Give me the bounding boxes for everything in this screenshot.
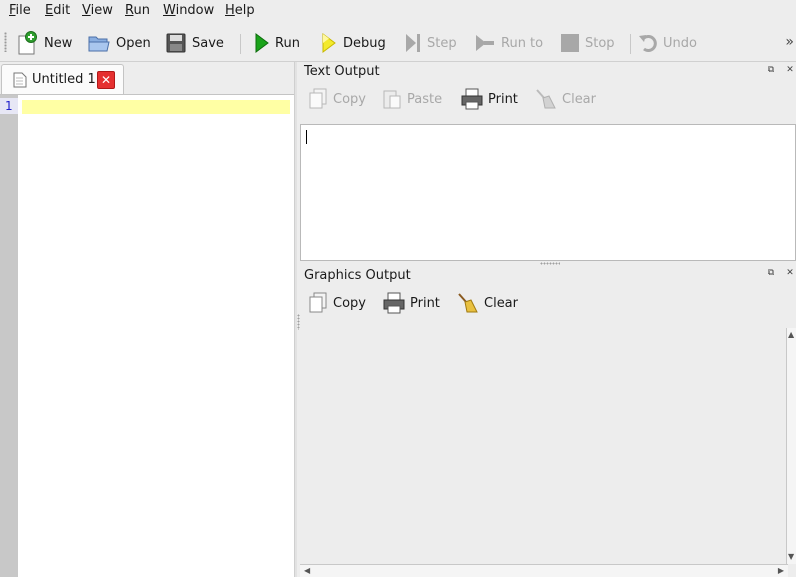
text-cursor: [306, 130, 307, 144]
stop-label: Stop: [585, 35, 615, 51]
save-label: Save: [192, 35, 224, 51]
text-print-button[interactable]: Print: [461, 86, 518, 112]
debug-icon: [322, 33, 336, 53]
menu-help[interactable]: Help: [225, 3, 255, 18]
undo-icon: [639, 35, 657, 52]
text-copy-button[interactable]: Copy: [308, 86, 366, 112]
toolbar-separator: [240, 34, 241, 54]
text-output-title: Text Output: [304, 64, 380, 79]
menu-bar: File Edit View Run Window Help: [0, 0, 796, 22]
run-to-icon: [476, 35, 494, 51]
open-label: Open: [116, 35, 151, 51]
play-icon: [255, 33, 269, 53]
undo-label: Undo: [663, 35, 697, 51]
close-icon[interactable]: ✕: [785, 66, 795, 76]
text-clear-button[interactable]: Clear: [535, 86, 596, 112]
printer-icon: [383, 292, 405, 314]
open-button[interactable]: Open: [87, 30, 151, 56]
current-line-highlight: [22, 100, 290, 114]
close-icon[interactable]: ✕: [785, 269, 795, 279]
line-number: 1: [0, 98, 18, 114]
print-label: Print: [488, 91, 518, 107]
toolbar-grip[interactable]: [4, 32, 7, 52]
copy-label: Copy: [333, 91, 366, 107]
new-label: New: [44, 35, 73, 51]
graphics-canvas[interactable]: [300, 322, 796, 577]
run-to-label: Run to: [501, 35, 544, 51]
folder-icon: [88, 36, 110, 52]
tab-untitled-1[interactable]: Untitled 1 ✕: [1, 64, 124, 94]
copy-icon: [309, 292, 327, 313]
text-paste-button[interactable]: Paste: [382, 86, 442, 112]
restore-icon[interactable]: ⧉: [766, 269, 776, 279]
scroll-up-icon[interactable]: ▲: [788, 331, 794, 339]
paste-label: Paste: [407, 91, 443, 107]
printer-icon: [461, 88, 483, 110]
step-button[interactable]: Step: [404, 30, 457, 56]
graphics-clear-button[interactable]: Clear: [457, 290, 518, 316]
scroll-down-icon[interactable]: ▼: [788, 553, 794, 561]
run-to-button[interactable]: Run to: [474, 30, 543, 56]
debug-button[interactable]: Debug: [320, 30, 386, 56]
new-button[interactable]: New: [15, 30, 72, 56]
new-file-icon: [18, 31, 37, 55]
step-label: Step: [427, 35, 457, 51]
menu-run[interactable]: Run: [125, 3, 150, 18]
print-label: Print: [410, 295, 440, 311]
line-gutter: [0, 95, 18, 577]
horizontal-splitter[interactable]: [540, 262, 560, 265]
stop-button[interactable]: Stop: [560, 30, 615, 56]
clear-label: Clear: [562, 91, 596, 107]
menu-view[interactable]: View: [82, 3, 113, 18]
horizontal-scrollbar[interactable]: ◀ ▶: [300, 564, 788, 577]
floppy-disk-icon: [166, 33, 186, 53]
vertical-scrollbar[interactable]: ▲ ▼: [786, 328, 796, 564]
toolbar-separator: [630, 34, 631, 54]
scroll-left-icon[interactable]: ◀: [304, 567, 310, 575]
text-output-area[interactable]: [300, 124, 796, 261]
clear-label: Clear: [484, 295, 518, 311]
broom-icon: [536, 89, 556, 109]
paste-icon: [383, 90, 401, 109]
code-editor[interactable]: 1: [0, 94, 294, 577]
graphics-output-title: Graphics Output: [304, 268, 411, 283]
toolbar-overflow-button[interactable]: »: [785, 34, 794, 50]
graphics-copy-button[interactable]: Copy: [308, 290, 366, 316]
run-button[interactable]: Run: [254, 30, 300, 56]
broom-icon: [458, 293, 478, 313]
stop-icon: [561, 34, 579, 52]
toolbar: New Open Save Run Debug Step Run to Stop…: [0, 22, 796, 62]
copy-label: Copy: [333, 295, 366, 311]
run-label: Run: [275, 35, 300, 51]
tab-title: Untitled 1: [32, 72, 96, 87]
restore-icon[interactable]: ⧉: [766, 66, 776, 76]
step-icon: [406, 34, 420, 52]
close-tab-icon[interactable]: ✕: [97, 71, 115, 89]
copy-icon: [309, 88, 327, 109]
graphics-print-button[interactable]: Print: [383, 290, 440, 316]
scroll-right-icon[interactable]: ▶: [778, 567, 784, 575]
debug-label: Debug: [343, 35, 386, 51]
save-button[interactable]: Save: [165, 30, 224, 56]
menu-edit[interactable]: Edit: [45, 3, 70, 18]
menu-file[interactable]: File: [9, 3, 31, 18]
undo-button[interactable]: Undo: [638, 30, 697, 56]
menu-window[interactable]: Window: [163, 3, 214, 18]
document-icon: [13, 72, 27, 87]
